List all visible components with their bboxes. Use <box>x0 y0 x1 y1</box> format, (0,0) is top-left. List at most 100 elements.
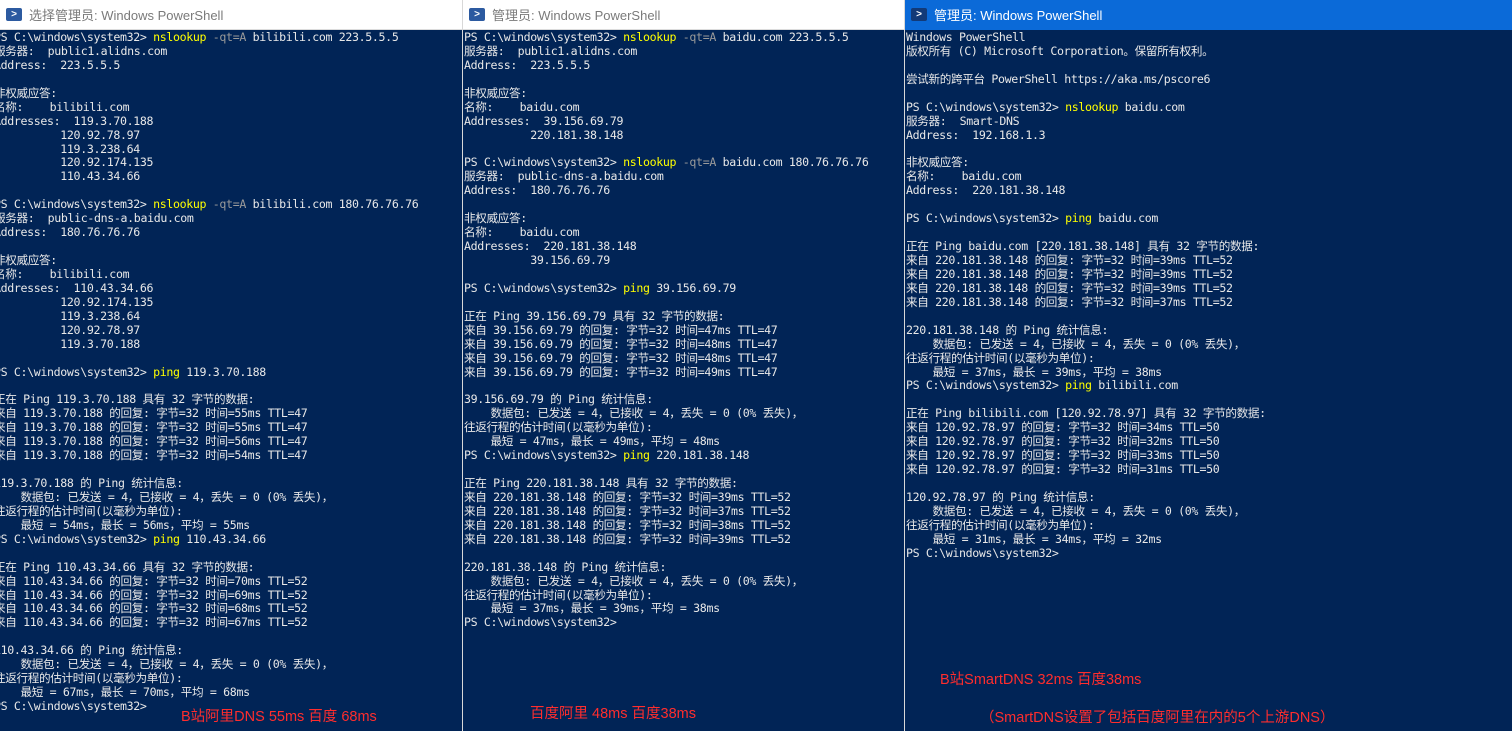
console-line: PS C:\windows\system32> <box>464 616 904 630</box>
console-text: bilibili.com <box>1091 379 1178 393</box>
console-text: 名称: baidu.com <box>464 100 580 114</box>
powershell-icon: > <box>911 8 927 21</box>
console-line: PS C:\windows\system32> ping baidu.com <box>906 212 1512 226</box>
console-line: 非权威应答: <box>906 156 1512 170</box>
console-text: 来自 39.156.69.79 的回复: 字节=32 时间=48ms TTL=4… <box>464 337 778 351</box>
console-line: PS C:\windows\system32> ping 110.43.34.6… <box>0 533 462 547</box>
console-text: 版权所有 (C) Microsoft Corporation。保留所有权利。 <box>906 44 1214 58</box>
console-parameter: -qt=A <box>676 31 717 44</box>
console-line: 120.92.78.97 的 Ping 统计信息: <box>906 491 1512 505</box>
console-text: 往返行程的估计时间(以毫秒为单位): <box>0 504 183 518</box>
console-text: 来自 220.181.38.148 的回复: 字节=32 时间=39ms TTL… <box>906 281 1233 295</box>
console-parameter: -qt=A <box>676 156 717 170</box>
console-text: 220.181.38.148 的 Ping 统计信息: <box>906 323 1109 337</box>
console-text: 来自 110.43.34.66 的回复: 字节=32 时间=67ms TTL=5… <box>0 616 308 630</box>
console-line: 120.92.78.97 <box>0 324 462 338</box>
window-2-titlebar[interactable]: > 管理员: Windows PowerShell <box>463 0 904 30</box>
console-command: nslookup <box>153 31 207 44</box>
console-text: Address: 223.5.5.5 <box>464 58 590 72</box>
console-text: PS C:\windows\system32> <box>464 449 624 463</box>
console-text: 120.92.174.135 <box>0 295 154 309</box>
console-text: 往返行程的估计时间(以毫秒为单位): <box>464 421 653 435</box>
console-text: 最短 = 67ms，最长 = 70ms，平均 = 68ms <box>0 686 251 700</box>
console-text: 来自 220.181.38.148 的回复: 字节=32 时间=39ms TTL… <box>464 490 791 504</box>
console-line: 来自 110.43.34.66 的回复: 字节=32 时间=67ms TTL=5… <box>0 616 462 630</box>
console-text: 220.181.38.148 <box>464 128 624 142</box>
console-line: 119.3.238.64 <box>0 143 462 157</box>
console-text: Address: 223.5.5.5 <box>0 58 120 72</box>
console-line: 数据包: 已发送 = 4，已接收 = 4，丢失 = 0 (0% 丢失)， <box>0 658 462 672</box>
console-text: 120.92.78.97 <box>0 128 140 142</box>
console-line: 往返行程的估计时间(以毫秒为单位): <box>0 505 462 519</box>
console-line: 119.3.238.64 <box>0 310 462 324</box>
powershell-window-2[interactable]: > 管理员: Windows PowerShell PS C:\windows\… <box>463 0 904 731</box>
console-text: PS C:\windows\system32> <box>464 156 624 170</box>
window-2-title: 管理员: Windows PowerShell <box>492 8 661 23</box>
console-text: 220.181.38.148 的 Ping 统计信息: <box>464 560 667 574</box>
console-text: 119.3.70.188 <box>0 337 140 351</box>
console-output[interactable]: PS C:\windows\system32> nslookup -qt=A b… <box>464 30 904 731</box>
console-text: bilibili.com 223.5.5.5 <box>245 31 399 44</box>
console-line: 版权所有 (C) Microsoft Corporation。保留所有权利。 <box>906 45 1512 59</box>
console-text: 来自 39.156.69.79 的回复: 字节=32 时间=47ms TTL=4… <box>464 323 778 337</box>
console-text: 来自 220.181.38.148 的回复: 字节=32 时间=37ms TTL… <box>906 295 1233 309</box>
console-text: 39.156.69.79 <box>649 281 736 295</box>
console-text: Address: 192.168.1.3 <box>906 128 1046 142</box>
console-line: Addresses: 119.3.70.188 <box>0 115 462 129</box>
console-line: 正在 Ping bilibili.com [120.92.78.97] 具有 3… <box>906 407 1512 421</box>
console-line: 120.92.174.135 <box>0 156 462 170</box>
console-text: 名称: baidu.com <box>464 226 580 240</box>
powershell-window-3[interactable]: > 管理员: Windows PowerShell Windows PowerS… <box>905 0 1512 731</box>
console-line: 来自 39.156.69.79 的回复: 字节=32 时间=48ms TTL=4… <box>464 338 904 352</box>
console-line: 往返行程的估计时间(以毫秒为单位): <box>906 519 1512 533</box>
console-line: 最短 = 47ms，最长 = 49ms，平均 = 48ms <box>464 435 904 449</box>
console-text: 正在 Ping 119.3.70.188 具有 32 字节的数据: <box>0 393 255 407</box>
console-output[interactable]: PS C:\windows\system32> nslookup -qt=A b… <box>0 30 462 731</box>
window-3-titlebar[interactable]: > 管理员: Windows PowerShell <box>905 0 1512 30</box>
console-text: 119.3.70.188 <box>179 365 266 379</box>
console-line: 服务器: public-dns-a.baidu.com <box>0 212 462 226</box>
console-text: 119.3.70.188 的 Ping 统计信息: <box>0 477 183 490</box>
console-text: 来自 220.181.38.148 的回复: 字节=32 时间=39ms TTL… <box>906 267 1233 281</box>
console-command: ping <box>623 281 650 295</box>
console-text: 110.43.34.66 的 Ping 统计信息: <box>0 644 183 658</box>
annotation-text: B站阿里DNS 55ms 百度 68ms <box>181 709 377 725</box>
powershell-window-1[interactable]: > 选择管理员: Windows PowerShell PS C:\window… <box>0 0 462 731</box>
console-text: 服务器: public-dns-a.baidu.com <box>0 212 194 226</box>
console-line: 正在 Ping 220.181.38.148 具有 32 字节的数据: <box>464 477 904 491</box>
console-line: 119.3.70.188 的 Ping 统计信息: <box>0 477 462 491</box>
console-line: 最短 = 67ms，最长 = 70ms，平均 = 68ms <box>0 686 462 700</box>
console-line: PS C:\windows\system32> nslookup baidu.c… <box>906 101 1512 115</box>
console-line: Address: 220.181.38.148 <box>906 184 1512 198</box>
console-text: 尝试新的跨平台 PowerShell https://aka.ms/pscore… <box>906 72 1211 86</box>
console-text: 服务器: public1.alidns.com <box>464 44 637 58</box>
console-text: baidu.com 223.5.5.5 <box>715 31 849 44</box>
console-line: 服务器: public-dns-a.baidu.com <box>464 170 904 184</box>
console-text: 最短 = 54ms，最长 = 56ms，平均 = 55ms <box>0 518 251 532</box>
console-line: 最短 = 37ms，最长 = 39ms，平均 = 38ms <box>906 366 1512 380</box>
console-line: Addresses: 39.156.69.79 <box>464 115 904 129</box>
console-line: 数据包: 已发送 = 4，已接收 = 4，丢失 = 0 (0% 丢失)， <box>464 407 904 421</box>
console-line: PS C:\windows\system32> <box>906 547 1512 561</box>
console-text: 非权威应答: <box>464 212 527 226</box>
console-text: PS C:\windows\system32> <box>0 198 154 212</box>
console-text: PS C:\windows\system32> <box>0 532 154 546</box>
console-line: 来自 119.3.70.188 的回复: 字节=32 时间=55ms TTL=4… <box>0 421 462 435</box>
console-output[interactable]: Windows PowerShell 版权所有 (C) Microsoft Cor… <box>906 30 1512 731</box>
console-text: 往返行程的估计时间(以毫秒为单位): <box>906 351 1095 365</box>
console-text: 来自 120.92.78.97 的回复: 字节=32 时间=31ms TTL=5… <box>906 463 1220 477</box>
console-line: 正在 Ping baidu.com [220.181.38.148] 具有 32… <box>906 240 1512 254</box>
console-text: 往返行程的估计时间(以毫秒为单位): <box>906 518 1095 532</box>
window-1-titlebar[interactable]: > 选择管理员: Windows PowerShell <box>0 0 462 30</box>
console-line: 来自 39.156.69.79 的回复: 字节=32 时间=47ms TTL=4… <box>464 324 904 338</box>
console-line: 110.43.34.66 的 Ping 统计信息: <box>0 644 462 658</box>
console-text: 数据包: 已发送 = 4，已接收 = 4，丢失 = 0 (0% 丢失)， <box>906 337 1246 351</box>
console-text: 来自 110.43.34.66 的回复: 字节=32 时间=70ms TTL=5… <box>0 574 308 588</box>
